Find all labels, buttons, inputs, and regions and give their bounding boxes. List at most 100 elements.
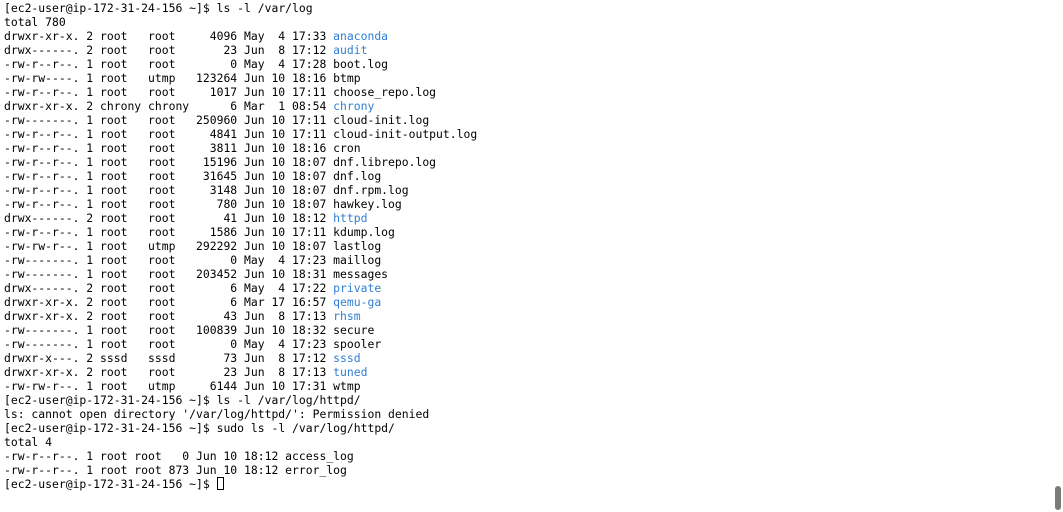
- file-name: boot.log: [333, 57, 389, 71]
- command-line: [ec2-user@ip-172-31-24-156 ~]$ ls -l /va…: [4, 1, 1063, 15]
- entry-details: -rw-r--r--. 1 root root 873 Jun 10 18:12: [4, 463, 286, 477]
- var-log-listing: drwxr-xr-x. 2 root root 4096 May 4 17:33…: [4, 29, 1063, 393]
- entry-details: drwxr-xr-x. 2 chrony chrony 6 Mar 1 08:5…: [4, 99, 334, 113]
- scrollbar-thumb[interactable]: [1055, 486, 1061, 510]
- file-name: cloud-init-output.log: [333, 127, 478, 141]
- entry-details: -rw-------. 1 root root 0 May 4 17:23: [4, 253, 334, 267]
- shell-prompt: [ec2-user@ip-172-31-24-156 ~]$: [4, 477, 217, 491]
- listing-row: drwx------. 2 root root 41 Jun 10 18:12 …: [4, 211, 1063, 225]
- entry-details: -rw-rw----. 1 root utmp 123264 Jun 10 18…: [4, 71, 334, 85]
- listing-row: -rw-rw-r--. 1 root utmp 6144 Jun 10 17:3…: [4, 379, 1063, 393]
- entry-details: -rw-r--r--. 1 root root 31645 Jun 10 18:…: [4, 169, 334, 183]
- listing-row: drwxr-xr-x. 2 root root 4096 May 4 17:33…: [4, 29, 1063, 43]
- entry-details: -rw-r--r--. 1 root root 1586 Jun 10 17:1…: [4, 225, 334, 239]
- command-text: sudo ls -l /var/log/httpd/: [216, 421, 395, 435]
- listing-row: -rw-------. 1 root root 0 May 4 17:23 sp…: [4, 337, 1063, 351]
- listing-row: -rw-r--r--. 1 root root 0 Jun 10 18:12 a…: [4, 449, 1063, 463]
- file-name: access_log: [285, 449, 354, 463]
- entry-details: drwx------. 2 root root 6 May 4 17:22: [4, 281, 334, 295]
- entry-details: -rw-r--r--. 1 root root 4841 Jun 10 17:1…: [4, 127, 334, 141]
- listing-row: -rw-------. 1 root root 100839 Jun 10 18…: [4, 323, 1063, 337]
- httpd-listing: -rw-r--r--. 1 root root 0 Jun 10 18:12 a…: [4, 449, 1063, 477]
- file-name: secure: [333, 323, 375, 337]
- file-name: kdump.log: [333, 225, 395, 239]
- file-name: messages: [333, 267, 389, 281]
- listing-row: drwxr-xr-x. 2 root root 6 Mar 17 16:57 q…: [4, 295, 1063, 309]
- directory-name: tuned: [333, 365, 368, 379]
- error-message: ls: cannot open directory '/var/log/http…: [4, 407, 430, 421]
- listing-row: drwxr-xr-x. 2 root root 43 Jun 8 17:13 r…: [4, 309, 1063, 323]
- vertical-scrollbar[interactable]: [1054, 0, 1063, 512]
- file-name: dnf.log: [333, 169, 382, 183]
- directory-name: httpd: [333, 211, 368, 225]
- listing-row: -rw-------. 1 root root 250960 Jun 10 17…: [4, 113, 1063, 127]
- listing-row: -rw-rw-r--. 1 root utmp 292292 Jun 10 18…: [4, 239, 1063, 253]
- entry-details: -rw-r--r--. 1 root root 3811 Jun 10 18:1…: [4, 141, 334, 155]
- entry-details: -rw-rw-r--. 1 root utmp 6144 Jun 10 17:3…: [4, 379, 334, 393]
- listing-row: -rw-r--r--. 1 root root 31645 Jun 10 18:…: [4, 169, 1063, 183]
- listing-row: -rw-rw----. 1 root utmp 123264 Jun 10 18…: [4, 71, 1063, 85]
- file-name: error_log: [285, 463, 347, 477]
- directory-name: private: [333, 281, 382, 295]
- terminal-window[interactable]: [ec2-user@ip-172-31-24-156 ~]$ ls -l /va…: [0, 0, 1063, 512]
- entry-details: -rw-r--r--. 1 root root 3148 Jun 10 18:0…: [4, 183, 334, 197]
- listing-row: -rw-r--r--. 1 root root 3148 Jun 10 18:0…: [4, 183, 1063, 197]
- entry-details: -rw-------. 1 root root 250960 Jun 10 17…: [4, 113, 334, 127]
- directory-name: sssd: [333, 351, 361, 365]
- file-name: cron: [333, 141, 361, 155]
- file-name: hawkey.log: [333, 197, 402, 211]
- listing-row: -rw-r--r--. 1 root root 873 Jun 10 18:12…: [4, 463, 1063, 477]
- command-text: ls -l /var/log/httpd/: [216, 393, 361, 407]
- entry-details: drwxr-xr-x. 2 root root 6 Mar 17 16:57: [4, 295, 334, 309]
- file-name: maillog: [333, 253, 382, 267]
- listing-row: -rw-r--r--. 1 root root 15196 Jun 10 18:…: [4, 155, 1063, 169]
- file-name: cloud-init.log: [333, 113, 430, 127]
- listing-row: -rw-------. 1 root root 203452 Jun 10 18…: [4, 267, 1063, 281]
- listing-row: drwxr-xr-x. 2 chrony chrony 6 Mar 1 08:5…: [4, 99, 1063, 113]
- entry-details: drwxr-xr-x. 2 root root 23 Jun 8 17:13: [4, 365, 334, 379]
- listing-row: drwxr-x---. 2 sssd sssd 73 Jun 8 17:12 s…: [4, 351, 1063, 365]
- listing-row: -rw-r--r--. 1 root root 1017 Jun 10 17:1…: [4, 85, 1063, 99]
- listing-row: -rw-------. 1 root root 0 May 4 17:23 ma…: [4, 253, 1063, 267]
- entry-details: -rw-r--r--. 1 root root 0 Jun 10 18:12: [4, 449, 286, 463]
- file-name: choose_repo.log: [333, 85, 437, 99]
- listing-row: -rw-r--r--. 1 root root 4841 Jun 10 17:1…: [4, 127, 1063, 141]
- command-line: [ec2-user@ip-172-31-24-156 ~]$ sudo ls -…: [4, 421, 1063, 435]
- file-name: btmp: [333, 71, 361, 85]
- entry-details: -rw-r--r--. 1 root root 1017 Jun 10 17:1…: [4, 85, 334, 99]
- file-name: wtmp: [333, 379, 361, 393]
- directory-name: anaconda: [333, 29, 389, 43]
- listing-total: total 780: [4, 15, 66, 29]
- directory-name: qemu-ga: [333, 295, 382, 309]
- shell-prompt: [ec2-user@ip-172-31-24-156 ~]$: [4, 393, 217, 407]
- entry-details: -rw-r--r--. 1 root root 780 Jun 10 18:07: [4, 197, 334, 211]
- listing-row: -rw-r--r--. 1 root root 0 May 4 17:28 bo…: [4, 57, 1063, 71]
- command-text: ls -l /var/log: [216, 1, 313, 15]
- command-line[interactable]: [ec2-user@ip-172-31-24-156 ~]$: [4, 477, 1063, 491]
- file-name: dnf.rpm.log: [333, 183, 409, 197]
- listing-row: -rw-r--r--. 1 root root 3811 Jun 10 18:1…: [4, 141, 1063, 155]
- command-line: [ec2-user@ip-172-31-24-156 ~]$ ls -l /va…: [4, 393, 1063, 407]
- shell-prompt: [ec2-user@ip-172-31-24-156 ~]$: [4, 421, 217, 435]
- listing-row: drwxr-xr-x. 2 root root 23 Jun 8 17:13 t…: [4, 365, 1063, 379]
- listing-row: -rw-r--r--. 1 root root 1586 Jun 10 17:1…: [4, 225, 1063, 239]
- entry-details: -rw-r--r--. 1 root root 15196 Jun 10 18:…: [4, 155, 334, 169]
- directory-name: chrony: [333, 99, 375, 113]
- entry-details: drwxr-xr-x. 2 root root 4096 May 4 17:33: [4, 29, 334, 43]
- entry-details: drwx------. 2 root root 41 Jun 10 18:12: [4, 211, 334, 225]
- text-cursor[interactable]: [216, 477, 224, 490]
- entry-details: drwxr-xr-x. 2 root root 43 Jun 8 17:13: [4, 309, 334, 323]
- listing-row: drwx------. 2 root root 6 May 4 17:22 pr…: [4, 281, 1063, 295]
- entry-details: -rw-------. 1 root root 0 May 4 17:23: [4, 337, 334, 351]
- listing-row: -rw-r--r--. 1 root root 780 Jun 10 18:07…: [4, 197, 1063, 211]
- entry-details: drwx------. 2 root root 23 Jun 8 17:12: [4, 43, 334, 57]
- listing-total: total 4: [4, 435, 53, 449]
- entry-details: drwxr-x---. 2 sssd sssd 73 Jun 8 17:12: [4, 351, 334, 365]
- entry-details: -rw-r--r--. 1 root root 0 May 4 17:28: [4, 57, 334, 71]
- file-name: spooler: [333, 337, 382, 351]
- entry-details: -rw-------. 1 root root 100839 Jun 10 18…: [4, 323, 334, 337]
- file-name: dnf.librepo.log: [333, 155, 437, 169]
- directory-name: rhsm: [333, 309, 361, 323]
- directory-name: audit: [333, 43, 368, 57]
- file-name: lastlog: [333, 239, 382, 253]
